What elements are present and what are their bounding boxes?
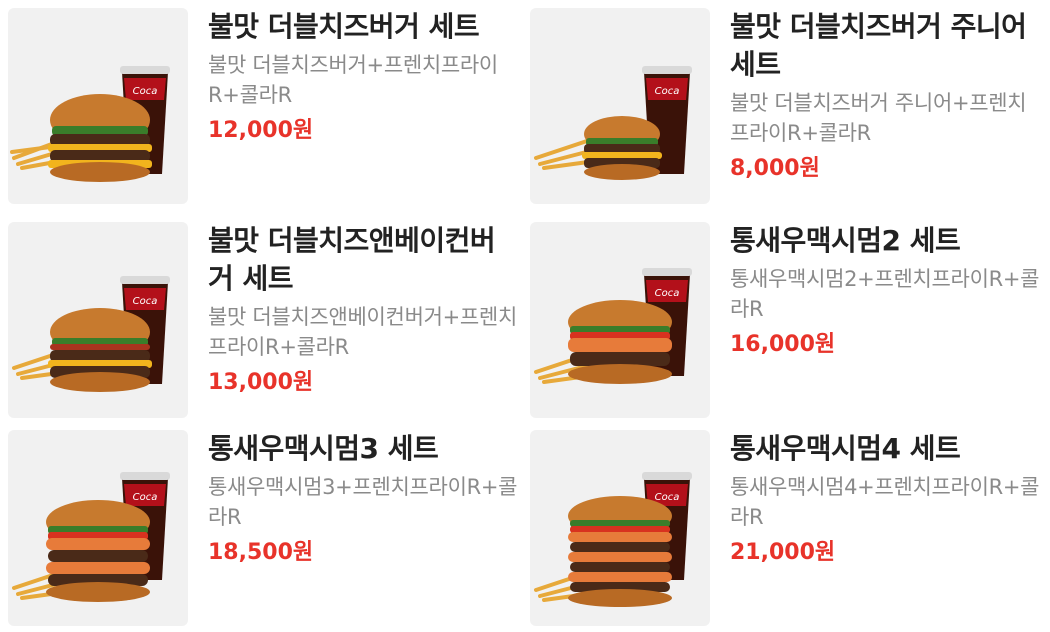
svg-text:Coca: Coca xyxy=(133,86,158,97)
menu-item-price: 8,000원 xyxy=(730,156,820,181)
menu-item-description: 통새우맥시멈4+프렌치프라이R+콜라R xyxy=(730,475,1040,529)
menu-item-card[interactable]: Coca 불맛 더블치즈버거 세트 불맛 더블치즈버거+프렌치프라이R+콜라R … xyxy=(8,8,524,208)
menu-item-info: 불맛 더블치즈버거 주니어 세트 불맛 더블치즈버거 주니어+프렌치프라이R+콜… xyxy=(730,8,1042,184)
menu-item-price: 12,000원 xyxy=(208,118,314,143)
menu-item-description: 통새우맥시멈3+프렌치프라이R+콜라R xyxy=(208,475,518,529)
menu-item-info: 통새우맥시멈2 세트 통새우맥시멈2+프렌치프라이R+콜라R 16,000원 xyxy=(730,222,1042,360)
shrimp-maximum-3-set-image: Coca xyxy=(8,430,188,626)
menu-item-price: 21,000원 xyxy=(730,540,836,565)
menu-item-name: 통새우맥시멈3 세트 xyxy=(208,432,439,465)
menu-item-name: 통새우맥시멈4 세트 xyxy=(730,432,961,465)
menu-item-info: 불맛 더블치즈앤베이컨버거 세트 불맛 더블치즈앤베이컨버거+프렌치프라이R+콜… xyxy=(208,222,520,398)
menu-item-description: 불맛 더블치즈버거+프렌치프라이R+콜라R xyxy=(208,53,498,107)
svg-text:Coca: Coca xyxy=(133,492,158,503)
svg-text:Coca: Coca xyxy=(133,296,158,307)
double-cheeseburger-junior-set-image: Coca xyxy=(530,8,710,204)
menu-item-price: 18,500원 xyxy=(208,540,314,565)
svg-text:Coca: Coca xyxy=(655,86,680,97)
menu-grid: Coca 불맛 더블치즈버거 세트 불맛 더블치즈버거+프렌치프라이R+콜라R … xyxy=(0,0,1050,632)
shrimp-maximum-2-set-image: Coca xyxy=(530,222,710,418)
menu-item-name: 불맛 더블치즈버거 세트 xyxy=(208,10,480,43)
svg-text:Coca: Coca xyxy=(655,288,680,299)
menu-item-card[interactable]: Coca 통새우맥시멈2 세트 통새우맥시멈2+프렌치프라이R+콜라R 16,0… xyxy=(530,222,1046,422)
menu-item-name: 불맛 더블치즈앤베이컨버거 세트 xyxy=(208,224,496,295)
menu-item-name: 불맛 더블치즈버거 주니어 세트 xyxy=(730,10,1027,81)
menu-item-description: 불맛 더블치즈버거 주니어+프렌치프라이R+콜라R xyxy=(730,91,1027,145)
menu-item-info: 통새우맥시멈4 세트 통새우맥시멈4+프렌치프라이R+콜라R 21,000원 xyxy=(730,430,1042,568)
menu-item-card[interactable]: Coca 통새우맥시멈3 세트 통새우맥시멈3+프렌치프라이R+콜라R 18,5… xyxy=(8,430,524,630)
menu-item-description: 통새우맥시멈2+프렌치프라이R+콜라R xyxy=(730,267,1040,321)
menu-item-card[interactable]: Coca 불맛 더블치즈버거 주니어 세트 불맛 더블치즈버거 주니어+프렌치프… xyxy=(530,8,1046,208)
menu-item-price: 16,000원 xyxy=(730,332,836,357)
menu-item-info: 불맛 더블치즈버거 세트 불맛 더블치즈버거+프렌치프라이R+콜라R 12,00… xyxy=(208,8,520,146)
svg-text:Coca: Coca xyxy=(655,492,680,503)
shrimp-maximum-4-set-image: Coca xyxy=(530,430,710,626)
double-cheeseburger-set-image: Coca xyxy=(8,8,188,204)
menu-item-info: 통새우맥시멈3 세트 통새우맥시멈3+프렌치프라이R+콜라R 18,500원 xyxy=(208,430,520,568)
menu-item-name: 통새우맥시멈2 세트 xyxy=(730,224,961,257)
double-cheese-bacon-burger-set-image: Coca xyxy=(8,222,188,418)
menu-item-card[interactable]: Coca 불맛 더블치즈앤베이컨버거 세트 불맛 더블치즈앤베이컨버거+프렌치프… xyxy=(8,222,524,422)
menu-item-price: 13,000원 xyxy=(208,370,314,395)
menu-item-card[interactable]: Coca 통새우맥시멈4 세트 통새우맥시멈4+프렌치프라이R+콜라R 21,0… xyxy=(530,430,1046,630)
menu-item-description: 불맛 더블치즈앤베이컨버거+프렌치프라이R+콜라R xyxy=(208,305,517,359)
